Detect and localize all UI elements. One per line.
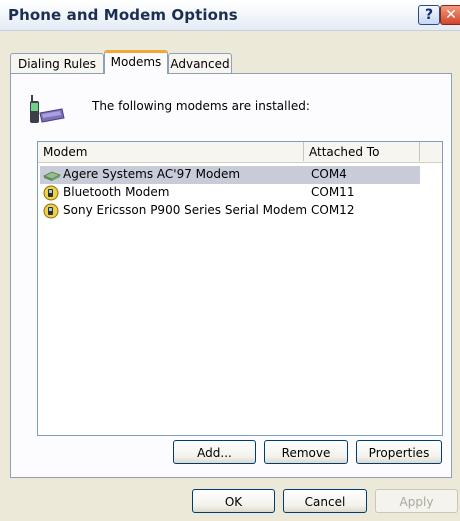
modem-port: COM11 bbox=[311, 185, 355, 199]
phone-modem-icon bbox=[43, 203, 59, 219]
list-item[interactable]: Bluetooth Modem COM11 bbox=[40, 184, 420, 202]
column-header-modem[interactable]: Modem bbox=[38, 142, 304, 161]
add-button[interactable]: Add... bbox=[173, 440, 256, 464]
phone-modem-icon bbox=[43, 185, 59, 201]
modem-phone-icon bbox=[30, 95, 65, 123]
close-icon: ✕ bbox=[445, 7, 457, 23]
remove-button[interactable]: Remove bbox=[264, 440, 348, 464]
list-item[interactable]: Agere Systems AC'97 Modem COM4 bbox=[40, 166, 420, 184]
tab-modems[interactable]: Modems bbox=[104, 50, 168, 74]
list-item[interactable]: Sony Ericsson P900 Series Serial Modem C… bbox=[40, 202, 420, 220]
modem-name: Bluetooth Modem bbox=[63, 185, 170, 199]
modem-name: Sony Ericsson P900 Series Serial Modem bbox=[63, 203, 308, 217]
installed-modems-caption: The following modems are installed: bbox=[92, 99, 310, 113]
close-button[interactable]: ✕ bbox=[440, 5, 460, 25]
list-header: Modem Attached To bbox=[38, 142, 442, 163]
properties-button[interactable]: Properties bbox=[356, 440, 442, 464]
window-title: Phone and Modem Options bbox=[8, 6, 238, 24]
tab-advanced[interactable]: Advanced bbox=[168, 53, 232, 74]
cancel-button[interactable]: Cancel bbox=[283, 489, 367, 513]
modem-name: Agere Systems AC'97 Modem bbox=[63, 167, 241, 181]
column-header-filler bbox=[420, 142, 442, 161]
phone-modem-options-dialog: Phone and Modem Options ? ✕ Dialing Rule… bbox=[0, 0, 460, 521]
help-button[interactable]: ? bbox=[418, 5, 440, 25]
title-bar[interactable]: Phone and Modem Options ? ✕ bbox=[0, 0, 460, 31]
help-icon: ? bbox=[424, 7, 434, 23]
ok-button[interactable]: OK bbox=[192, 489, 275, 513]
modems-list[interactable]: Modem Attached To Agere Systems AC'97 Mo… bbox=[37, 141, 443, 436]
modem-port: COM4 bbox=[311, 167, 347, 181]
apply-button[interactable]: Apply bbox=[375, 489, 458, 513]
tab-dialing-rules[interactable]: Dialing Rules bbox=[10, 53, 104, 74]
modem-icon bbox=[43, 171, 61, 181]
column-header-attached-to[interactable]: Attached To bbox=[304, 142, 420, 161]
modem-port: COM12 bbox=[311, 203, 355, 217]
